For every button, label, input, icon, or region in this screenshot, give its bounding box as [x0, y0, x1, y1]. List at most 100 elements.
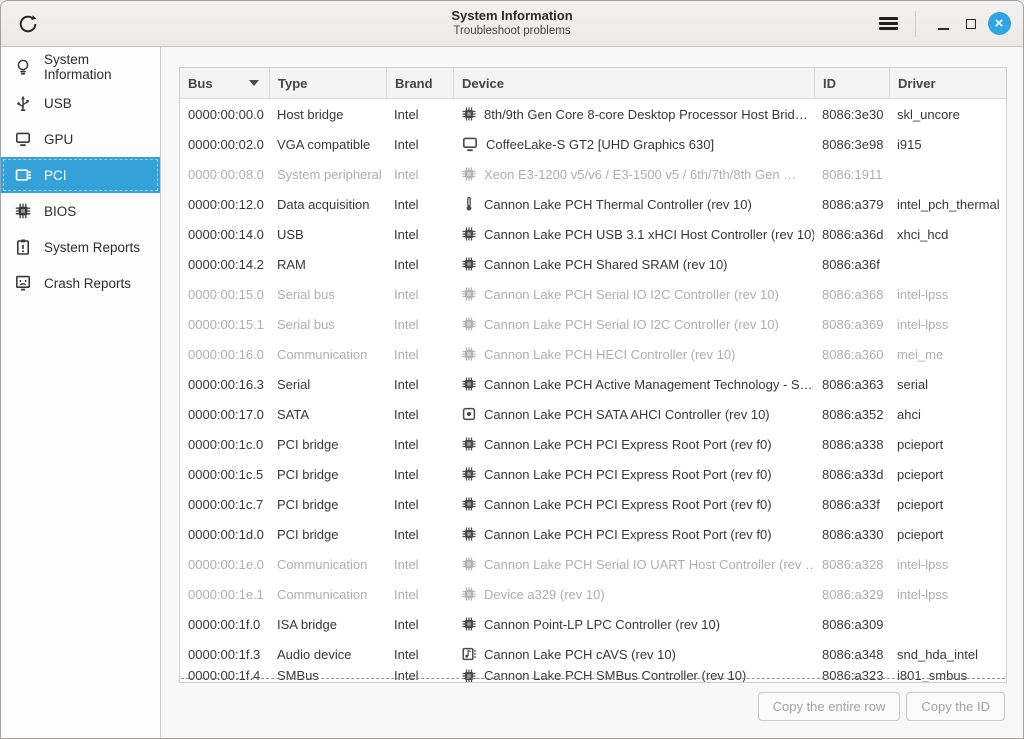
thermometer-icon [461, 196, 477, 212]
cell-bus: 0000:00:16.3 [180, 377, 269, 392]
column-header-brand[interactable]: Brand [386, 68, 453, 98]
sidebar-item-system-reports[interactable]: System Reports [1, 229, 160, 265]
cell-bus: 0000:00:16.0 [180, 347, 269, 362]
table-row[interactable]: 0000:00:14.2 RAM Intel Cannon Lake PCH S… [180, 249, 1006, 279]
cell-driver: snd_hda_intel [889, 647, 1006, 662]
table-row[interactable]: 0000:00:1e.1 Communication Intel Device … [180, 579, 1006, 609]
chip-icon [461, 376, 477, 392]
cell-brand: Intel [386, 257, 453, 272]
chip-icon [461, 616, 477, 632]
cell-device: Cannon Lake PCH USB 3.1 xHCI Host Contro… [453, 226, 814, 242]
cell-type: PCI bridge [269, 467, 386, 482]
cell-driver: skl_uncore [889, 107, 1006, 122]
cell-type: Serial bus [269, 287, 386, 302]
cell-bus: 0000:00:14.2 [180, 257, 269, 272]
cell-bus: 0000:00:1f.0 [180, 617, 269, 632]
window-title: System Information [451, 8, 572, 24]
table-row[interactable]: 0000:00:1f.4 SMBus Intel Cannon Lake PCH… [180, 669, 1006, 682]
cell-device: Cannon Lake PCH SMBus Controller (rev 10… [453, 669, 814, 682]
cell-bus: 0000:00:02.0 [180, 137, 269, 152]
cell-type: PCI bridge [269, 437, 386, 452]
chip-icon [461, 106, 477, 122]
column-header-bus-label: Bus [188, 76, 213, 91]
cell-brand: Intel [386, 137, 453, 152]
column-header-driver[interactable]: Driver [889, 68, 1006, 98]
sidebar-item-crash-reports[interactable]: Crash Reports [1, 265, 160, 301]
close-button[interactable]: × [986, 11, 1012, 37]
chip-icon [461, 669, 477, 682]
cell-driver: pcieport [889, 467, 1006, 482]
crash-icon [13, 274, 33, 292]
chip-icon [461, 436, 477, 452]
table-row[interactable]: 0000:00:1c.7 PCI bridge Intel Cannon Lak… [180, 489, 1006, 519]
display-icon [461, 135, 479, 153]
sidebar-item-gpu[interactable]: GPU [1, 121, 160, 157]
table-row[interactable]: 0000:00:1c.0 PCI bridge Intel Cannon Lak… [180, 429, 1006, 459]
table-header-row: Bus Type Brand Device ID Driver [180, 68, 1006, 99]
menu-button[interactable] [879, 17, 898, 30]
minimize-button[interactable] [930, 11, 956, 37]
chip-icon [461, 346, 477, 362]
cell-brand: Intel [386, 497, 453, 512]
copy-id-button[interactable]: Copy the ID [906, 692, 1005, 721]
titlebar-text: System Information Troubleshoot problems [1, 1, 1023, 46]
table-row[interactable]: 0000:00:1e.0 Communication Intel Cannon … [180, 549, 1006, 579]
cell-id: 8086:a329 [814, 587, 889, 602]
table-row[interactable]: 0000:00:16.3 Serial Intel Cannon Lake PC… [180, 369, 1006, 399]
chip-icon [461, 586, 477, 602]
device-name: Cannon Lake PCH HECI Controller (rev 10) [484, 347, 735, 362]
table-row[interactable]: 0000:00:1f.0 ISA bridge Intel Cannon Poi… [180, 609, 1006, 639]
sidebar-item-usb[interactable]: USB [1, 85, 160, 121]
table-row[interactable]: 0000:00:00.0 Host bridge Intel 8th/9th G… [180, 99, 1006, 129]
table-row[interactable]: 0000:00:15.1 Serial bus Intel Cannon Lak… [180, 309, 1006, 339]
sidebar-item-bios[interactable]: BIOS [1, 193, 160, 229]
table-row[interactable]: 0000:00:16.0 Communication Intel Cannon … [180, 339, 1006, 369]
column-header-brand-label: Brand [395, 76, 433, 91]
cell-brand: Intel [386, 467, 453, 482]
cell-driver: intel-lpss [889, 587, 1006, 602]
column-header-type[interactable]: Type [269, 68, 386, 98]
table-row[interactable]: 0000:00:12.0 Data acquisition Intel Cann… [180, 189, 1006, 219]
usb-icon [13, 94, 33, 112]
sidebar-item-label: System Reports [44, 240, 140, 255]
table-row[interactable]: 0000:00:14.0 USB Intel Cannon Lake PCH U… [180, 219, 1006, 249]
cell-device: Cannon Lake PCH Shared SRAM (rev 10) [453, 256, 814, 272]
table-row[interactable]: 0000:00:08.0 System peripheral Intel Xeo… [180, 159, 1006, 189]
cell-brand: Intel [386, 527, 453, 542]
device-name: Cannon Lake PCH PCI Express Root Port (r… [484, 467, 772, 482]
cell-type: System peripheral [269, 167, 386, 182]
sidebar-item-pci[interactable]: PCI [1, 157, 160, 193]
cell-brand: Intel [386, 557, 453, 572]
cell-device: Cannon Lake PCH PCI Express Root Port (r… [453, 526, 814, 542]
cell-brand: Intel [386, 197, 453, 212]
column-header-bus[interactable]: Bus [180, 68, 269, 98]
cell-bus: 0000:00:00.0 [180, 107, 269, 122]
column-header-id[interactable]: ID [814, 68, 889, 98]
titlebar: System Information Troubleshoot problems… [1, 1, 1023, 47]
sidebar-item-system-information[interactable]: System Information [1, 49, 160, 85]
chip-big-icon [13, 202, 33, 220]
maximize-button[interactable] [958, 11, 984, 37]
table-row[interactable]: 0000:00:1d.0 PCI bridge Intel Cannon Lak… [180, 519, 1006, 549]
clipboard-icon [13, 238, 33, 256]
refresh-button[interactable] [14, 10, 42, 38]
chip-icon [461, 226, 477, 242]
sidebar-item-label: GPU [44, 132, 73, 147]
table-row[interactable]: 0000:00:02.0 VGA compatible Intel Coffee… [180, 129, 1006, 159]
cell-bus: 0000:00:17.0 [180, 407, 269, 422]
device-name: Cannon Lake PCH Serial IO UART Host Cont… [484, 557, 814, 572]
table-row[interactable]: 0000:00:15.0 Serial bus Intel Cannon Lak… [180, 279, 1006, 309]
table-row[interactable]: 0000:00:1f.3 Audio device Intel Cannon L… [180, 639, 1006, 669]
cell-device: 8th/9th Gen Core 8-core Desktop Processo… [453, 106, 814, 122]
cell-brand: Intel [386, 107, 453, 122]
column-header-device[interactable]: Device [453, 68, 814, 98]
bulb-icon [13, 58, 33, 76]
cell-device: Cannon Lake PCH Active Management Techno… [453, 376, 814, 392]
table-row[interactable]: 0000:00:17.0 SATA Intel Cannon Lake PCH … [180, 399, 1006, 429]
table-row[interactable]: 0000:00:1c.5 PCI bridge Intel Cannon Lak… [180, 459, 1006, 489]
device-name: Cannon Lake PCH SATA AHCI Controller (re… [484, 407, 770, 422]
chip-icon [461, 496, 477, 512]
chip-icon [461, 256, 477, 272]
cell-driver: ahci [889, 407, 1006, 422]
copy-entire-row-button[interactable]: Copy the entire row [758, 692, 901, 721]
